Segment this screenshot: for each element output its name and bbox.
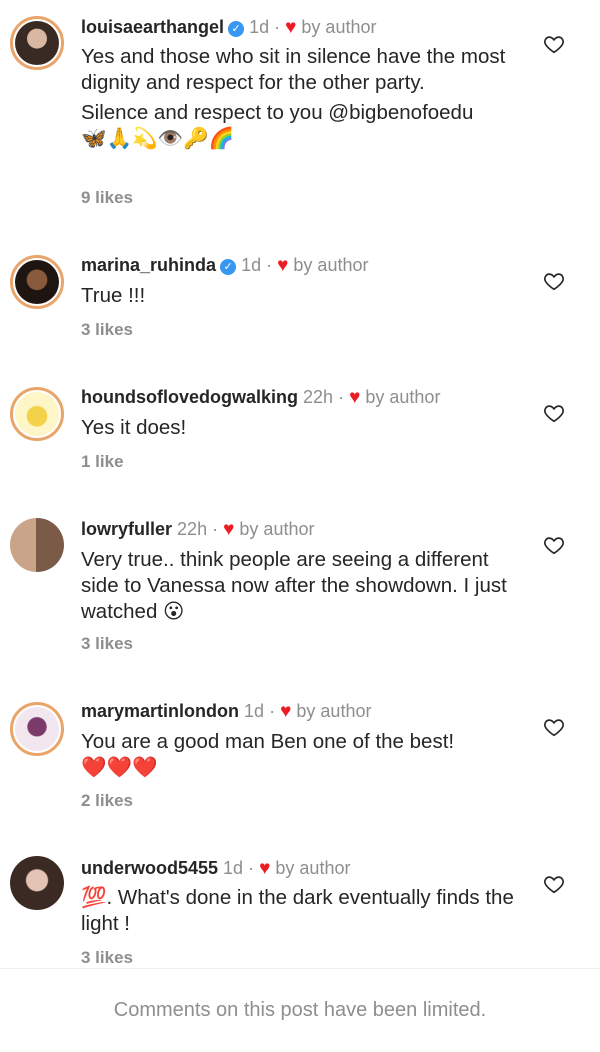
timestamp[interactable]: 1d [244,701,264,721]
username[interactable]: houndsoflovedogwalking [81,387,298,407]
comment-header: lowryfuller 22h · ♥ by author [81,518,314,541]
comment-text: Yes it does! [81,415,521,441]
username[interactable]: marina_ruhinda [81,255,216,275]
heart-filled-icon: ♥ [280,701,292,722]
separator: · [274,17,281,37]
timestamp[interactable]: 22h [303,387,333,407]
verified-badge-icon: ✓ [228,21,245,37]
comment-line: Yes and those who sit in silence have th… [81,45,506,94]
avatar[interactable] [10,518,64,572]
likes-count[interactable]: 2 likes [81,791,133,811]
liked-by-author: by author [365,387,441,407]
comment-line: Yes it does! [81,416,187,439]
comment-line: True !!! [81,284,146,307]
separator: · [269,701,276,721]
comment-text: Yes and those who sit in silence have th… [81,44,521,152]
comment-text: 💯. What's done in the dark eventually fi… [81,885,521,937]
comment-line: Silence and respect to you @bigbenofoedu [81,101,474,124]
heart-filled-icon: ♥ [223,519,235,540]
comment-text: You are a good man Ben one of the best! … [81,729,521,781]
verified-badge-icon: ✓ [220,259,237,275]
comment-line: 💯. What's done in the dark eventually fi… [81,886,514,935]
separator: · [248,858,255,878]
username[interactable]: marymartinlondon [81,701,239,721]
separator: · [266,255,273,275]
likes-count[interactable]: 3 likes [81,948,133,968]
username[interactable]: underwood5455 [81,858,218,878]
avatar[interactable] [10,16,64,70]
likes-count[interactable]: 3 likes [81,320,133,340]
avatar[interactable] [10,387,64,441]
comment-line: Very true.. think people are seeing a di… [81,548,507,623]
likes-count[interactable]: 9 likes [81,188,133,208]
heart-outline-icon[interactable] [543,534,565,556]
heart-filled-icon: ♥ [259,858,271,879]
liked-by-author: by author [293,255,369,275]
liked-by-author: by author [239,519,315,539]
heart-outline-icon[interactable] [543,873,565,895]
heart-filled-icon: ♥ [277,255,289,276]
heart-outline-icon[interactable] [543,33,565,55]
comment-text: True !!! [81,283,521,309]
separator: · [212,519,219,539]
comment-text: Very true.. think people are seeing a di… [81,547,521,625]
liked-by-author: by author [275,858,351,878]
comment-header: marina_ruhinda ✓ 1d · ♥ by author [81,254,368,277]
avatar[interactable] [10,856,64,910]
heart-outline-icon[interactable] [543,270,565,292]
likes-count[interactable]: 1 like [81,452,124,472]
comment-header: louisaearthangel ✓ 1d · ♥ by author [81,16,376,39]
username[interactable]: lowryfuller [81,519,172,539]
comments-limited-notice: Comments on this post have been limited. [0,968,600,1052]
heart-filled-icon: ♥ [285,17,297,38]
comment-header: houndsoflovedogwalking 22h · ♥ by author [81,386,440,409]
avatar[interactable] [10,255,64,309]
separator: · [338,387,345,407]
comment-header: underwood5455 1d · ♥ by author [81,857,350,880]
likes-count[interactable]: 3 likes [81,634,133,654]
comment-line: You are a good man Ben one of the best! [81,730,455,753]
comments-limited-text: Comments on this post have been limited. [113,999,487,1021]
timestamp[interactable]: 1d [249,17,269,37]
liked-by-author: by author [296,701,372,721]
timestamp[interactable]: 1d [223,858,243,878]
liked-by-author: by author [301,17,377,37]
comment-header: marymartinlondon 1d · ♥ by author [81,700,371,723]
emoji-row: 🦋🙏💫👁️🔑🌈 [81,127,235,150]
heart-filled-icon: ♥ [349,387,361,408]
username[interactable]: louisaearthangel [81,17,224,37]
heart-outline-icon[interactable] [543,402,565,424]
timestamp[interactable]: 22h [177,519,207,539]
avatar[interactable] [10,702,64,756]
timestamp[interactable]: 1d [241,255,261,275]
emoji-row: ❤️❤️❤️ [81,756,158,779]
heart-outline-icon[interactable] [543,716,565,738]
